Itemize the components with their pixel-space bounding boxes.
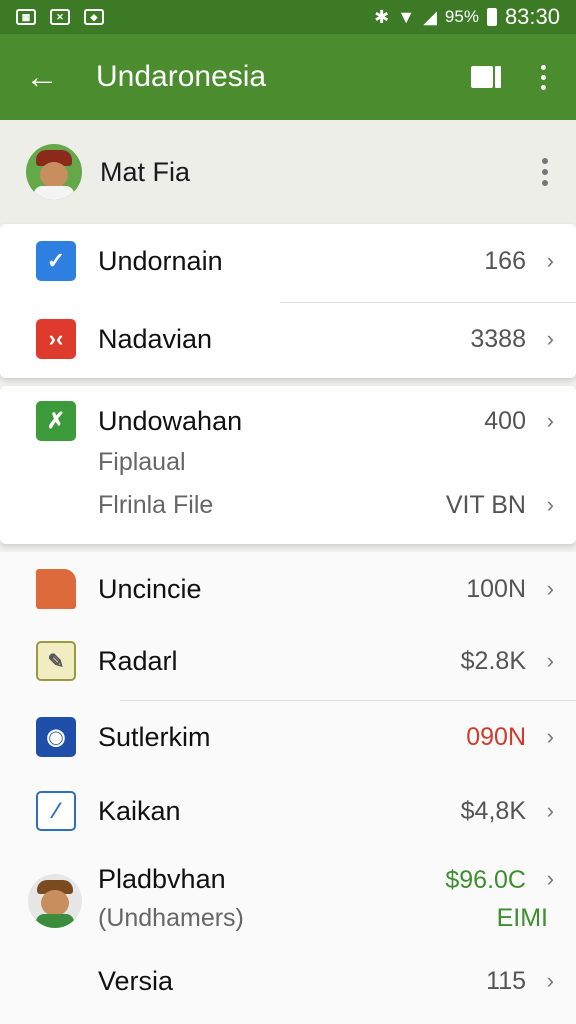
camera-icon: ◉ <box>36 717 76 757</box>
list-item-label: Nadavian <box>98 323 213 354</box>
battery-icon <box>486 8 497 26</box>
chevron-right-icon: › <box>546 326 554 351</box>
edit-icon: ⁄ <box>36 791 76 831</box>
profile-name: Mat Fia <box>100 156 191 187</box>
image-icon: ▦ <box>16 9 36 25</box>
chevron-right-icon: › <box>546 968 554 993</box>
clock: 83:30 <box>504 4 560 29</box>
list-item-undowahan[interactable]: ✗ Undowahan 400 › <box>0 386 576 456</box>
tools-icon: ✗ <box>36 401 76 441</box>
signal-icon: ◢ <box>423 7 437 27</box>
wifi-icon: ▼ <box>397 7 416 27</box>
list-item-label: Pladbvhan <box>98 864 226 894</box>
avatar <box>28 874 82 928</box>
bluetooth-icon: ✱ <box>374 7 390 27</box>
profile-more-icon[interactable] <box>542 158 548 186</box>
list-item-label: Sutlerkim <box>98 721 211 752</box>
document-icon: ✎ <box>36 641 76 681</box>
chevron-right-icon: › <box>546 798 554 823</box>
list-item-pladbvhan[interactable]: Pladbvhan (Undhamers) $96.0C › EIMI <box>0 856 576 946</box>
list-item-subvalue: EIMI <box>496 904 548 932</box>
list-item-undornain[interactable]: ✓ Undornain 166 › <box>0 224 576 298</box>
list-item-label: Uncincie <box>98 573 202 604</box>
list-item-value: 166 <box>484 246 526 275</box>
list-item-versia[interactable]: Versia 115 › <box>0 944 576 1018</box>
list-item-kaikan[interactable]: ⁄ Kaikan $4,8K › <box>0 774 576 848</box>
code-icon: ›‹ <box>36 319 76 359</box>
list-item-value: 3388 <box>470 324 526 353</box>
chevron-right-icon: › <box>546 724 554 749</box>
checkbox-icon: ✓ <box>36 241 76 281</box>
list-item-radarl[interactable]: ✎ Radarl $2.8K › <box>0 624 576 698</box>
chevron-right-icon: › <box>546 408 554 433</box>
list-item-subtitle: (Undhamers) <box>98 904 244 932</box>
list-item-uncincie[interactable]: Uncincie 100N › <box>0 552 576 626</box>
chevron-right-icon: › <box>546 648 554 673</box>
list-item-file[interactable]: Flrinla File VIT BN › <box>0 470 576 540</box>
battery-percent: 95% <box>444 7 479 26</box>
card-section-2: ✗ Undowahan 400 › Fiplaual Flrinla File … <box>0 386 576 544</box>
list-item-value: $2.8K <box>460 646 526 675</box>
list-item-value: 090N <box>466 722 526 751</box>
mail-icon: ✕ <box>50 9 70 25</box>
list-item-value: $4,8K <box>460 796 526 825</box>
book-icon[interactable] <box>471 66 501 88</box>
list-item-value: $96.0C <box>445 866 526 894</box>
more-vert-icon[interactable] <box>541 64 546 90</box>
list-item-sutlerkim[interactable]: ◉ Sutlerkim 090N › <box>0 700 576 774</box>
avatar <box>26 144 82 200</box>
app-title: Undaronesia <box>96 60 267 93</box>
list-item-label: Radarl <box>98 645 178 676</box>
folder-icon <box>36 569 76 609</box>
list-item-value: VIT BN <box>445 490 526 519</box>
list-item-label: Kaikan <box>98 795 181 826</box>
list-item-value: 100N <box>466 574 526 603</box>
app-bar: ← Undaronesia <box>0 34 576 120</box>
list-section-3: Uncincie 100N › ✎ Radarl $2.8K › ◉ Sutle… <box>0 552 576 1024</box>
status-bar: ▦ ✕ ◆ ✱ ▼ ◢ 95% 83:30 <box>0 0 576 34</box>
list-item-nadavian[interactable]: ›‹ Nadavian 3388 › <box>0 302 576 376</box>
card-section-1: ✓ Undornain 166 › ›‹ Nadavian 3388 › <box>0 224 576 378</box>
list-item-label: Versia <box>98 965 174 996</box>
list-item-label: Flrinla File <box>98 490 214 519</box>
chevron-right-icon: › <box>546 866 554 891</box>
chat-icon: ◆ <box>84 9 104 25</box>
arrow-left-icon[interactable]: ← <box>14 60 70 94</box>
profile-row[interactable]: Mat Fia <box>0 120 576 224</box>
chevron-right-icon: › <box>546 248 554 273</box>
list-item-value: 115 <box>486 966 526 995</box>
list-item-label: Undornain <box>98 245 223 276</box>
list-item-value: 400 <box>484 406 526 435</box>
chevron-right-icon: › <box>546 492 554 517</box>
list-item-label: Undowahan <box>98 405 243 436</box>
chevron-right-icon: › <box>546 576 554 601</box>
